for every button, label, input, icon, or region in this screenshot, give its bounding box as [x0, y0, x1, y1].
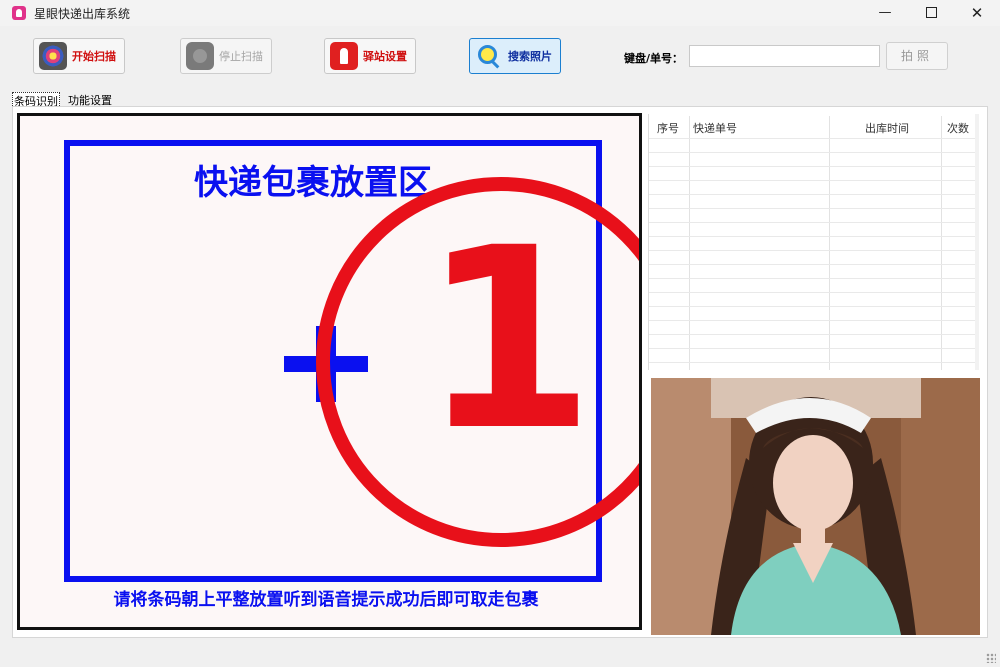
row-divider [649, 292, 975, 293]
captured-photo [651, 378, 980, 635]
column-divider [829, 116, 830, 370]
row-divider [649, 250, 975, 251]
barcode-label: 键盘/单号： [624, 52, 684, 65]
user-settings-icon [330, 42, 358, 70]
zone-title: 快递包裹放置区 [194, 163, 432, 203]
row-divider [649, 152, 975, 153]
window-title: 星眼快递出库系统 [34, 7, 131, 21]
search-photos-label: 搜索照片 [508, 50, 552, 63]
title-bar: 星眼快递出库系统 — ✕ [0, 0, 1000, 26]
camera-lens-icon [39, 42, 67, 70]
column-header-tracking-number: 快递单号 [693, 122, 737, 135]
row-divider [649, 222, 975, 223]
table-scrollbar[interactable] [975, 114, 979, 370]
stop-scan-label: 停止扫描 [219, 50, 263, 63]
status-bar [0, 642, 1000, 667]
column-divider [941, 116, 942, 370]
column-divider [689, 116, 690, 370]
row-divider [649, 194, 975, 195]
row-divider [649, 320, 975, 321]
start-scan-button[interactable]: 开始扫描 [33, 38, 125, 74]
maximize-icon [925, 7, 937, 18]
scan-preview-area: 快递包裹放置区 1 请将条码朝上平整放置听到语音提示成功后即可取走包裹 [17, 113, 642, 630]
take-photo-button[interactable]: 拍照 [886, 42, 948, 70]
start-scan-label: 开始扫描 [72, 50, 116, 63]
row-divider [649, 348, 975, 349]
maximize-button[interactable] [908, 0, 954, 26]
column-header-index: 序号 [657, 122, 679, 135]
resize-grip-icon[interactable] [986, 653, 996, 663]
records-table[interactable]: 序号 快递单号 出库时间 次数 [648, 114, 979, 370]
stop-scan-button[interactable]: 停止扫描 [180, 38, 272, 74]
app-icon [12, 6, 26, 20]
row-divider [649, 264, 975, 265]
row-divider [649, 236, 975, 237]
row-divider [649, 180, 975, 181]
column-header-count: 次数 [947, 122, 969, 135]
minimize-button[interactable]: — [862, 0, 908, 26]
row-divider [649, 306, 975, 307]
barcode-input[interactable] [689, 45, 880, 67]
step-badge-number: 1 [421, 194, 595, 485]
station-settings-button[interactable]: 驿站设置 [324, 38, 416, 74]
column-header-outbound-time: 出库时间 [865, 122, 909, 135]
row-divider [649, 278, 975, 279]
row-divider [649, 166, 975, 167]
station-settings-label: 驿站设置 [363, 50, 407, 63]
row-divider [649, 138, 975, 139]
close-button[interactable]: ✕ [954, 0, 1000, 26]
placement-instruction: 请将条码朝上平整放置听到语音提示成功后即可取走包裹 [114, 589, 540, 610]
search-photos-button[interactable]: 搜索照片 [469, 38, 561, 74]
row-divider [649, 362, 975, 363]
magnifier-icon [475, 42, 503, 70]
table-header: 序号 快递单号 出库时间 次数 [649, 114, 979, 138]
row-divider [649, 208, 975, 209]
row-divider [649, 334, 975, 335]
stop-camera-icon [186, 42, 214, 70]
